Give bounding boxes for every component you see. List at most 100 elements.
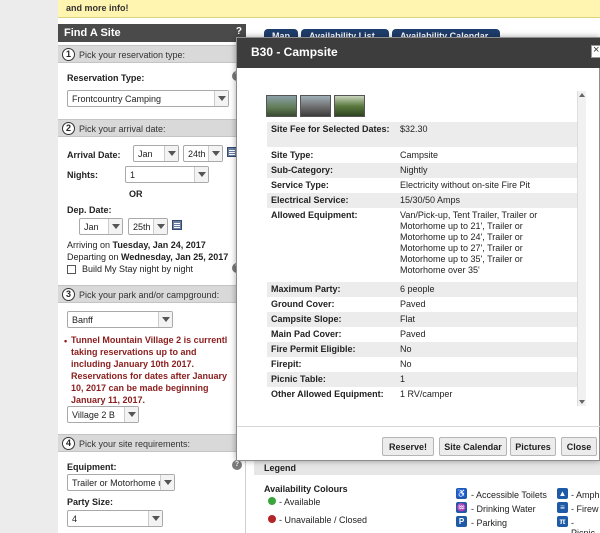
departure-month-value: Jan (84, 222, 99, 232)
pictures-button-label: Pictures (515, 442, 551, 452)
panel-header: Find A Site ? (58, 24, 246, 42)
detail-row: Site Fee for Selected Dates: $32.30 (267, 122, 577, 147)
detail-value: Nightly (400, 165, 428, 175)
detail-key: Maximum Party: (271, 284, 341, 294)
departure-calendar-icon[interactable] (172, 220, 182, 230)
detail-value: Flat (400, 314, 416, 324)
detail-key: Fire Permit Eligible: (271, 344, 356, 354)
firewood-icon: ≡ (557, 502, 568, 513)
banner-text: and more info! (66, 3, 129, 13)
available-legend-label: - Available (279, 497, 321, 507)
chevron-down-icon (214, 91, 228, 106)
step-2-number: 2 (62, 122, 75, 135)
detail-row: Picnic Table: 1 (267, 372, 577, 387)
detail-value: 1 RV/camper (400, 389, 453, 399)
detail-value: Van/Pick-up, Tent Trailer, Trailer or Mo… (400, 210, 538, 275)
modal-scrollbar[interactable] (577, 91, 586, 406)
modal-footer-divider (237, 426, 600, 427)
amenity-label: - Amph (571, 490, 600, 500)
detail-row: Firepit: No (267, 357, 577, 372)
drinking-water-icon: ♒ (456, 502, 467, 513)
detail-value: 15/30/50 Amps (400, 195, 461, 205)
step-4-label: Pick your site requirements: (79, 439, 191, 449)
build-stay-checkbox[interactable] (67, 265, 76, 274)
amenity-label: - Picnic (571, 518, 596, 533)
amenity-label: - Firew (571, 504, 599, 514)
detail-row: Allowed Equipment: Van/Pick-up, Tent Tra… (267, 208, 577, 282)
campsite-photo-thumbnail[interactable] (334, 95, 365, 117)
step-3-label: Pick your park and/or campground: (79, 290, 220, 300)
park-select[interactable]: Banff (67, 311, 173, 328)
chevron-down-icon (164, 146, 178, 161)
party-size-select[interactable]: 4 (67, 510, 163, 527)
chevron-down-icon (124, 407, 138, 422)
amenity-label: - Accessible Toilets (471, 490, 547, 500)
detail-row: Electrical Service: 15/30/50 Amps (267, 193, 577, 208)
arrival-month-select[interactable]: Jan (133, 145, 179, 162)
legend-title: Legend (264, 463, 297, 473)
panel-title: Find A Site (64, 27, 121, 39)
detail-key: Electrical Service: (271, 195, 349, 205)
departure-day-value: 25th (133, 222, 151, 232)
step-3-header: 3 Pick your park and/or campground: (58, 285, 246, 303)
warning-line: Tunnel Mountain Village 2 is currentl (71, 335, 228, 345)
arrival-day-value: 24th (188, 149, 206, 159)
step-2-header: 2 Pick your arrival date: (58, 119, 246, 137)
close-icon[interactable] (591, 44, 600, 58)
warning-line: including January 10th 2017. (71, 359, 195, 369)
detail-key: Sub-Category: (271, 165, 334, 175)
chevron-down-icon (153, 219, 167, 234)
detail-row: Site Type: Campsite (267, 148, 577, 163)
reserve-button-label: Reserve! (388, 442, 428, 452)
reservation-type-select[interactable]: Frontcountry Camping (67, 90, 229, 107)
departing-date: Wednesday, Jan 25, 2017 (121, 252, 229, 262)
availability-colours-title: Availability Colours (264, 484, 348, 494)
scroll-down-icon[interactable] (578, 397, 587, 406)
unavailable-dot-icon (268, 515, 276, 523)
departing-prefix: Departing on (67, 252, 122, 262)
campsite-details-modal: B30 - Campsite Site Fee for Selected Dat… (236, 37, 600, 461)
equipment-value: Trailer or Motorhome u (72, 478, 162, 488)
chevron-down-icon (208, 146, 222, 161)
equipment-label: Equipment: (67, 462, 117, 472)
warning-line: 10, 2017 can be made beginning (71, 383, 209, 393)
site-calendar-button[interactable]: Site Calendar (439, 437, 507, 456)
campground-select[interactable]: Village 2 B (67, 406, 139, 423)
step-4-header: 4 Pick your site requirements: (58, 434, 246, 452)
arrival-day-select[interactable]: 24th (183, 145, 223, 162)
detail-value: 1 (400, 374, 406, 384)
equipment-help-icon[interactable]: ? (232, 460, 242, 470)
panel-help-icon[interactable]: ? (236, 26, 242, 37)
reservation-type-label: Reservation Type: (67, 73, 145, 83)
departure-day-select[interactable]: 25th (128, 218, 168, 235)
step-3-number: 3 (62, 288, 75, 301)
detail-key: Campsite Slope: (271, 314, 342, 324)
reserve-button[interactable]: Reserve! (382, 437, 434, 456)
chevron-down-icon (160, 475, 174, 490)
close-button[interactable]: Close (561, 437, 597, 456)
amenity-label: - Parking (471, 518, 508, 528)
detail-value: Paved (400, 329, 426, 339)
warning-bullet: • (64, 336, 68, 346)
detail-key: Ground Cover: (271, 299, 335, 309)
legend-header: Legend (254, 459, 600, 475)
equipment-select[interactable]: Trailer or Motorhome u (67, 474, 175, 491)
warning-line: taking reservations up to and (71, 347, 197, 357)
parking-icon: P (456, 516, 467, 527)
campsite-photo-thumbnail[interactable] (300, 95, 331, 117)
detail-value: No (400, 359, 412, 369)
unavailable-legend-label: - Unavailable / Closed (279, 515, 368, 525)
pictures-button[interactable]: Pictures (510, 437, 556, 456)
party-size-value: 4 (72, 514, 78, 524)
park-value: Banff (72, 315, 93, 325)
arrival-date-label: Arrival Date: (67, 150, 121, 160)
departure-month-select[interactable]: Jan (79, 218, 123, 235)
nights-value: 1 (130, 170, 136, 180)
scroll-up-icon[interactable] (578, 91, 587, 100)
detail-row: Maximum Party: 6 people (267, 282, 577, 297)
detail-row: Other Allowed Equipment: 1 RV/camper (267, 387, 577, 402)
step-1-label: Pick your reservation type: (79, 50, 186, 60)
detail-row: Sub-Category: Nightly (267, 163, 577, 178)
nights-select[interactable]: 1 (125, 166, 209, 183)
campsite-photo-thumbnail[interactable] (266, 95, 297, 117)
